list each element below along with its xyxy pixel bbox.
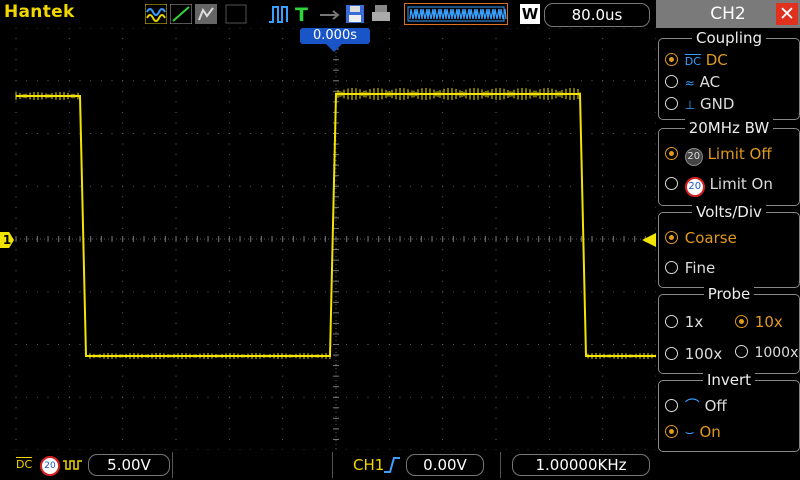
radio-icon (665, 177, 678, 190)
svg-text:T: T (295, 4, 308, 24)
usb-icon (320, 10, 340, 20)
fine-option[interactable]: Fine (665, 259, 715, 277)
coupling-gnd-option[interactable]: ⊥ GND (665, 95, 734, 113)
waveform-icon[interactable] (145, 4, 167, 24)
frequency-readout: 1.00000KHz (512, 454, 650, 476)
timebase-readout[interactable]: 80.0us (544, 3, 650, 27)
waveform-display (0, 28, 656, 450)
radio-icon (665, 261, 678, 274)
run-pulse-icon[interactable] (268, 4, 290, 24)
blank-slot-icon (225, 4, 247, 24)
radio-selected-icon (665, 53, 678, 66)
persistence-icon[interactable] (195, 4, 217, 24)
trigger-position-badge[interactable]: 0.000s (300, 28, 370, 44)
invert-off-label: Off (704, 397, 727, 415)
coupling-ac-option[interactable]: ≈ AC (665, 73, 720, 91)
radio-selected-icon (665, 231, 678, 244)
invert-on-option[interactable]: ⌣ On (665, 423, 721, 441)
radio-icon (735, 345, 748, 358)
print-icon[interactable] (370, 4, 392, 24)
radio-icon (665, 315, 678, 328)
wave-inverted-icon: ⌣ (684, 423, 695, 441)
dc-symbol-icon: DC (684, 55, 701, 68)
trigger-source-label: CH1 (353, 456, 385, 474)
probe-1x-option[interactable]: 1x (665, 313, 703, 331)
brand-logo: Hantek (4, 2, 75, 22)
probe-section: Probe 1x 10x 100x 1000x (658, 285, 800, 374)
ac-symbol-icon: ≈ (684, 76, 695, 90)
probe-100x-label: 100x (684, 345, 723, 363)
trigger-level-marker-icon[interactable] (642, 233, 656, 247)
coupling-dc-option[interactable]: DC DC (665, 51, 728, 69)
radio-icon (665, 399, 678, 412)
radio-selected-icon (665, 147, 678, 160)
vector-mode-icon[interactable] (170, 4, 192, 24)
invert-on-label: On (699, 423, 721, 441)
window-mode-button[interactable]: W (520, 4, 540, 24)
coupling-dc-label: DC (705, 51, 728, 69)
volts-div-section: Volts/Div Coarse Fine (658, 203, 800, 288)
gnd-symbol-icon: ⊥ (684, 98, 696, 112)
bw-limit-off-option[interactable]: 20 Limit Off (665, 145, 772, 166)
radio-selected-icon (735, 315, 748, 328)
dc-coupling-status-icon: DC (16, 458, 33, 471)
probe-10x-option[interactable]: 10x (735, 313, 783, 331)
save-disk-icon[interactable] (344, 4, 366, 24)
invert-title: Invert (702, 371, 756, 389)
divider (172, 452, 173, 478)
memory-depth-icon (404, 3, 508, 25)
invert-section: Invert ⌒ Off ⌣ On (658, 371, 800, 452)
probe-1x-label: 1x (684, 313, 704, 331)
probe-100x-option[interactable]: 100x (665, 345, 722, 363)
bw-limit-off-label: Limit Off (707, 145, 772, 163)
coarse-option[interactable]: Coarse (665, 229, 737, 247)
bandwidth-title: 20MHz BW (684, 119, 774, 137)
invert-off-option[interactable]: ⌒ Off (665, 395, 727, 416)
coupling-ac-label: AC (699, 73, 721, 91)
probe-title: Probe (703, 285, 755, 303)
wave-normal-icon: ⌒ (684, 397, 700, 415)
radio-icon (665, 97, 678, 110)
volts-div-readout[interactable]: 5.00V (88, 454, 170, 476)
trigger-position-arrow-icon (326, 44, 342, 52)
coupling-section: Coupling DC DC ≈ AC ⊥ GND (658, 29, 800, 120)
divider (332, 452, 333, 478)
coupling-gnd-label: GND (700, 95, 735, 113)
channel-menu-panel: CH2 ✕ Coupling DC DC ≈ AC ⊥ GND 20MHz BW… (656, 0, 800, 480)
bw-limit-on-option[interactable]: 20 Limit On (665, 175, 773, 197)
coarse-label: Coarse (684, 229, 737, 247)
probe-1000x-option[interactable]: 1000x (735, 345, 798, 361)
bw-20-off-icon: 20 (684, 148, 703, 166)
radio-selected-icon (665, 425, 678, 438)
trigger-level-readout[interactable]: 0.00V (406, 454, 484, 476)
bw-limit-status-icon: 20 (40, 456, 60, 476)
rising-edge-icon (384, 457, 400, 473)
probe-1000x-label: 1000x (754, 345, 799, 361)
fine-label: Fine (684, 259, 716, 277)
probe-10x-label: 10x (754, 313, 783, 331)
volts-div-title: Volts/Div (692, 203, 766, 221)
divider (500, 452, 501, 478)
radio-icon (665, 75, 678, 88)
invert-status-icon (63, 460, 82, 470)
bw-limit-on-label: Limit On (709, 175, 773, 193)
trigger-t-icon[interactable]: T (292, 4, 314, 24)
bw-20-on-icon: 20 (684, 177, 705, 197)
close-icon[interactable]: ✕ (776, 3, 798, 25)
coupling-title: Coupling (691, 29, 767, 47)
radio-icon (665, 347, 678, 360)
bandwidth-section: 20MHz BW 20 Limit Off 20 Limit On (658, 119, 800, 206)
